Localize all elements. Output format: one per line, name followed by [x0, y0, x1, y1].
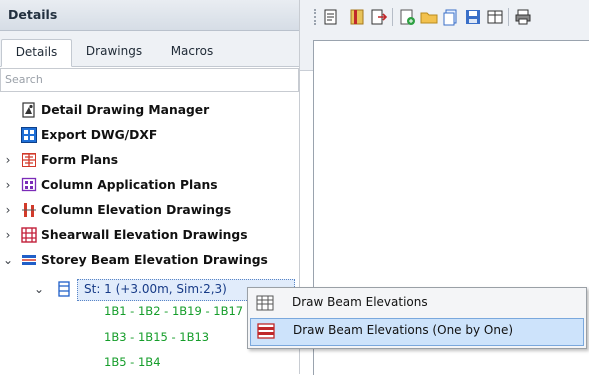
tree-leaf-beam-group[interactable]: 1B5 - 1B4 [104, 355, 161, 369]
chevron-right-icon[interactable]: › [3, 224, 13, 246]
tree-item-storey-beam-elevation-drawings[interactable]: ⌄ Storey Beam Elevation Drawings [0, 249, 299, 271]
open-folder-icon[interactable] [420, 8, 438, 26]
copy-file-icon[interactable] [442, 8, 460, 26]
tab-drawings[interactable]: Drawings [78, 39, 150, 65]
export-dwg-icon [21, 127, 37, 143]
column-elevation-icon [22, 203, 36, 217]
menu-item-draw-beam-elevations[interactable]: Draw Beam Elevations [250, 290, 582, 316]
save-icon[interactable] [464, 8, 482, 26]
panel-header: Details [0, 0, 299, 31]
beam-elevation-icon [22, 255, 36, 265]
chevron-right-icon[interactable]: › [3, 174, 13, 196]
chevron-right-icon[interactable]: › [3, 199, 13, 221]
panel-tabs: Details Drawings Macros [0, 31, 299, 67]
menu-item-label: Draw Beam Elevations (One by One) [293, 323, 514, 337]
panel-title: Details [8, 7, 58, 22]
form-plans-icon [22, 153, 36, 167]
book-red-icon[interactable] [348, 8, 366, 26]
chevron-down-icon[interactable]: ⌄ [3, 249, 13, 271]
tab-macros[interactable]: Macros [160, 39, 224, 65]
tree-label: Column Application Plans [41, 178, 218, 192]
new-file-icon[interactable] [398, 8, 416, 26]
export-arrow-icon[interactable] [370, 8, 388, 26]
tree-item-detail-drawing-manager[interactable]: Detail Drawing Manager [0, 99, 299, 121]
tree-item-column-elevation-drawings[interactable]: › Column Elevation Drawings [0, 199, 299, 221]
print-icon[interactable] [514, 8, 532, 26]
column-plan-icon [21, 177, 37, 192]
beam-elevations-one-by-one-icon [257, 323, 275, 339]
toolbar-separator [508, 8, 509, 26]
tree-label: Detail Drawing Manager [41, 103, 210, 117]
tree-leaf-beam-group[interactable]: 1B3 - 1B15 - 1B13 [104, 330, 209, 344]
search-input[interactable] [1, 69, 285, 89]
tree-label: Storey Beam Elevation Drawings [41, 253, 268, 267]
menu-item-draw-beam-elevations-one-by-one[interactable]: Draw Beam Elevations (One by One) [250, 318, 584, 346]
tree-label: Column Elevation Drawings [41, 203, 232, 217]
storey-icon [58, 281, 70, 297]
chevron-right-icon[interactable]: › [3, 149, 13, 171]
menu-item-label: Draw Beam Elevations [292, 295, 428, 309]
chevron-down-icon[interactable]: ⌄ [34, 279, 44, 299]
table-icon[interactable] [486, 8, 504, 26]
tree-item-form-plans[interactable]: › Form Plans [0, 149, 299, 171]
context-menu: Draw Beam Elevations Draw Beam Elevation… [247, 287, 587, 349]
tree-item-export-dwg-dxf[interactable]: Export DWG/DXF [0, 124, 299, 146]
tree-item-shearwall-elevation-drawings[interactable]: › Shearwall Elevation Drawings [0, 224, 299, 246]
tree-leaf-beam-group[interactable]: 1B1 - 1B2 - 1B19 - 1B17 [104, 304, 243, 318]
toolbar-separator [392, 8, 393, 26]
beam-elevations-icon [256, 295, 274, 311]
storey-label: St: 1 (+3.00m, Sim:2,3) [84, 282, 227, 296]
toolbar-grip[interactable] [314, 9, 319, 25]
tree-item-column-application-plans[interactable]: › Column Application Plans [0, 174, 299, 196]
tree-label: Form Plans [41, 153, 119, 167]
search-box [0, 68, 299, 92]
tab-details[interactable]: Details [1, 39, 72, 67]
document-icon[interactable] [322, 8, 340, 26]
tree-label: Export DWG/DXF [41, 128, 158, 142]
tree-label: Shearwall Elevation Drawings [41, 228, 248, 242]
shearwall-icon [21, 227, 37, 243]
drawing-manager-icon [22, 102, 35, 118]
